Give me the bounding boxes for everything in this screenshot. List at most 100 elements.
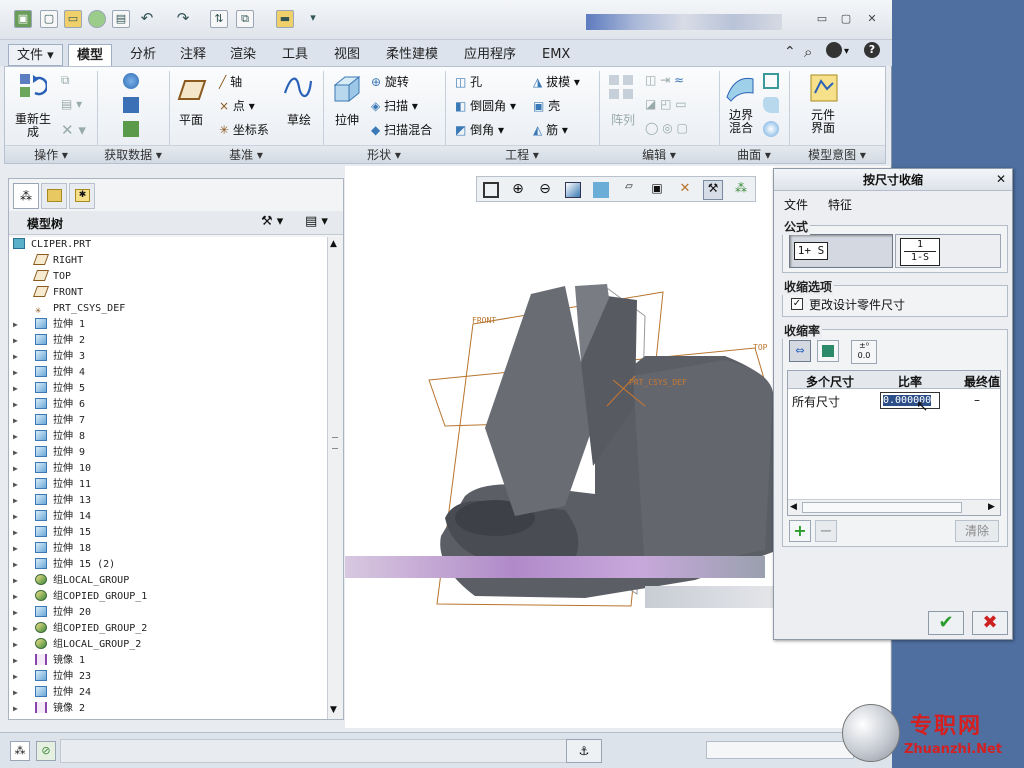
tree-item[interactable]: ▶ 拉伸 14: [13, 509, 91, 525]
paste-icon[interactable]: ▤ ▾: [61, 97, 82, 111]
tree-item[interactable]: ▶ 拉伸 4: [13, 365, 85, 381]
extrude-button[interactable]: 拉伸: [335, 111, 359, 128]
feature-select-icon[interactable]: [817, 340, 839, 362]
folder-browser-tab[interactable]: [41, 183, 67, 209]
axis-button[interactable]: ╱ 轴: [219, 73, 242, 90]
scroll-down-icon[interactable]: ▼: [330, 705, 337, 715]
community-icon[interactable]: [826, 42, 842, 58]
tab-render[interactable]: 渲染: [222, 44, 264, 66]
expand-arrow-icon[interactable]: ▶: [13, 317, 25, 333]
component-interface-button[interactable]: 元件 界面: [811, 109, 835, 135]
help-icon[interactable]: ?: [864, 42, 880, 58]
display-style-icon[interactable]: [591, 180, 611, 200]
community-dropdown-icon[interactable]: ▾: [844, 46, 849, 57]
windows-icon[interactable]: ⧉: [236, 10, 254, 28]
tab-applications[interactable]: 应用程序: [456, 44, 524, 66]
tab-flexible-modeling[interactable]: 柔性建模: [378, 44, 446, 66]
dialog-menu-file[interactable]: 文件: [784, 196, 808, 213]
cancel-button[interactable]: ✖: [972, 611, 1008, 635]
ratio-input[interactable]: 0.000000: [880, 392, 940, 409]
user-defined-feature-icon[interactable]: [123, 73, 142, 89]
point-button[interactable]: × 点 ▾: [219, 97, 255, 114]
tree-item[interactable]: ▶ 拉伸 5: [13, 381, 85, 397]
close-window-icon[interactable]: ▬: [276, 10, 294, 28]
expand-arrow-icon[interactable]: ▶: [13, 413, 25, 429]
extrude-icon[interactable]: [331, 73, 361, 103]
tree-item[interactable]: ▶ 拉伸 6: [13, 397, 85, 413]
precision-icon[interactable]: ±⁰ 0.0: [851, 340, 877, 364]
fill-surface-icon[interactable]: [763, 73, 782, 89]
sketch-icon[interactable]: [283, 73, 313, 103]
zoom-out-icon[interactable]: ⊖: [535, 180, 555, 200]
tree-show-icon[interactable]: ▤ ▾: [305, 214, 328, 229]
collapse-ribbon-icon[interactable]: ⌃: [784, 44, 796, 60]
regenerate-button[interactable]: 重新生 成: [15, 113, 51, 139]
tree-item[interactable]: ✳ PRT_CSYS_DEF: [13, 301, 125, 317]
globe-icon[interactable]: [88, 10, 106, 28]
pattern-button[interactable]: 阵列: [611, 111, 635, 128]
expand-arrow-icon[interactable]: ▶: [13, 589, 25, 605]
browser-toggle-icon[interactable]: ⊘: [36, 741, 56, 761]
tree-item[interactable]: TOP: [13, 269, 71, 285]
change-design-dims-checkbox[interactable]: ✓: [791, 298, 803, 310]
shell-button[interactable]: ▣ 壳: [533, 97, 560, 114]
tab-analysis[interactable]: 分析: [122, 44, 164, 66]
tree-item[interactable]: CLIPER.PRT: [13, 237, 91, 253]
rib-button[interactable]: ◭ 筋 ▾: [533, 121, 568, 138]
expand-arrow-icon[interactable]: ▶: [13, 381, 25, 397]
tab-model[interactable]: 模型: [68, 44, 113, 66]
tree-item[interactable]: ▶ 组COPIED_GROUP_2: [13, 621, 147, 637]
scroll-right-icon[interactable]: ▶: [988, 502, 995, 512]
group-get-data[interactable]: 获取数据 ▾: [97, 145, 169, 163]
expand-arrow-icon[interactable]: ▶: [13, 605, 25, 621]
tree-item[interactable]: ▶ 拉伸 1: [13, 317, 85, 333]
minimize-button[interactable]: ▭: [814, 12, 830, 26]
scroll-thumb[interactable]: [332, 437, 338, 449]
table-row[interactable]: 所有尺寸 0.000000 – ↖: [788, 391, 1000, 415]
repaint-icon[interactable]: [563, 180, 583, 200]
plane-button[interactable]: 平面: [179, 111, 203, 128]
tree-item[interactable]: ▶ 拉伸 15 (2): [13, 557, 115, 573]
tree-item[interactable]: ▶ 拉伸 20: [13, 605, 91, 621]
tree-item[interactable]: ▶ 拉伸 7: [13, 413, 85, 429]
tab-tools[interactable]: 工具: [274, 44, 316, 66]
plane-icon[interactable]: [177, 75, 207, 105]
expand-arrow-icon[interactable]: ▶: [13, 493, 25, 509]
expand-arrow-icon[interactable]: ▶: [13, 397, 25, 413]
expand-arrow-icon[interactable]: ▶: [13, 621, 25, 637]
smart-filter-select[interactable]: [706, 741, 854, 759]
regenerate-quick-icon[interactable]: ⇅: [210, 10, 228, 28]
scroll-left-icon[interactable]: ◀: [790, 502, 797, 512]
expand-arrow-icon[interactable]: ▶: [13, 509, 25, 525]
tree-item[interactable]: ▶ 拉伸 24: [13, 685, 91, 701]
open-folder-icon[interactable]: ▭: [64, 10, 82, 28]
dimension-select-icon[interactable]: ⇔: [789, 340, 811, 362]
tree-item[interactable]: ▶ 拉伸 3: [13, 349, 85, 365]
table-hscrollbar[interactable]: ◀ ▶: [788, 499, 1000, 515]
navigator-toggle-icon[interactable]: ⁂: [10, 741, 30, 761]
expand-arrow-icon[interactable]: ▶: [13, 685, 25, 701]
add-row-button[interactable]: +: [789, 520, 811, 542]
tree-item[interactable]: ▶ 组COPIED_GROUP_1: [13, 589, 147, 605]
tab-view[interactable]: 视图: [326, 44, 368, 66]
model-tree-scrollbar[interactable]: ▲ ▼: [327, 237, 343, 719]
pattern-icon[interactable]: [607, 73, 637, 103]
spin-center-icon[interactable]: ⁂: [731, 180, 751, 200]
chamfer-button[interactable]: ◩ 倒角 ▾: [455, 121, 504, 138]
ok-button[interactable]: ✔: [928, 611, 964, 635]
expand-arrow-icon[interactable]: ▶: [13, 349, 25, 365]
boundary-blend-icon[interactable]: [725, 73, 755, 103]
tree-item[interactable]: ▶ 拉伸 9: [13, 445, 85, 461]
sketch-button[interactable]: 草绘: [287, 111, 311, 128]
formula-option-a[interactable]: 1+ S: [789, 234, 893, 268]
tree-item[interactable]: ▶ 拉伸 2: [13, 333, 85, 349]
refit-icon[interactable]: [481, 180, 501, 200]
view-manager-icon[interactable]: ▣: [647, 180, 667, 200]
tree-item[interactable]: ▶ 组LOCAL_GROUP_2: [13, 637, 141, 653]
component-interface-icon[interactable]: [809, 73, 839, 103]
tree-settings-icon[interactable]: ⚒ ▾: [261, 214, 283, 229]
undo-icon[interactable]: ↶: [138, 10, 156, 28]
tab-file[interactable]: 文件 ▾: [8, 44, 63, 66]
saved-views-icon[interactable]: ▱: [619, 180, 639, 200]
dialog-menu-feature[interactable]: 特征: [828, 196, 852, 213]
